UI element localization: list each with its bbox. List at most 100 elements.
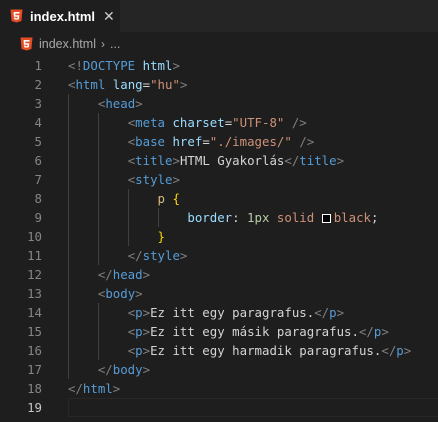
indent-guide xyxy=(68,360,69,379)
code-line[interactable]: 16 <p>Ez itt egy harmadik paragrafus.</p… xyxy=(0,341,438,360)
line-number: 5 xyxy=(34,134,42,149)
code-line[interactable]: 12 </head> xyxy=(0,265,438,284)
token-tag: DOCTYPE xyxy=(82,58,136,73)
line-number: 9 xyxy=(34,210,42,225)
code-line[interactable]: 10 } xyxy=(0,227,438,246)
code-line[interactable]: 13 <body> xyxy=(0,284,438,303)
code-line[interactable]: 19 xyxy=(0,398,438,417)
indent-guide xyxy=(127,227,129,246)
token-br: > xyxy=(142,305,151,320)
code-line[interactable]: 18 </html> xyxy=(0,379,438,398)
code-line[interactable]: 4 <meta charset="UTF-8" /> xyxy=(0,113,438,132)
code-line[interactable]: 9 border: 1px solid black; xyxy=(0,208,438,227)
token-tag: body xyxy=(105,286,136,301)
token-attr: html xyxy=(142,58,173,73)
token-br: </ xyxy=(314,305,330,320)
code-text: <head> xyxy=(42,94,143,113)
indent-guide xyxy=(127,208,129,227)
line-number: 4 xyxy=(34,115,42,130)
indent-guide xyxy=(68,132,69,151)
tab-bar: index.html ✕ xyxy=(0,0,438,32)
token-str: "UTF-8" xyxy=(232,115,285,130)
token-tag: style xyxy=(142,248,180,263)
code-text: <p>Ez itt egy másik paragrafus.</p> xyxy=(42,322,389,341)
code-line[interactable]: 1 <!DOCTYPE html> xyxy=(0,56,438,75)
token-tag: head xyxy=(112,267,143,282)
code-editor[interactable]: 1 <!DOCTYPE html> 2 <html lang="hu"> 3 <head… xyxy=(0,56,438,422)
breadcrumb: index.html › ... xyxy=(0,32,438,56)
token-br: > xyxy=(112,381,121,396)
code-line[interactable]: 6 <title>HTML Gyakorlás</title> xyxy=(0,151,438,170)
line-number: 2 xyxy=(34,77,42,92)
html5-icon xyxy=(20,37,33,51)
html5-icon xyxy=(10,9,23,23)
token-txt: ; xyxy=(371,210,379,225)
tab-index-html[interactable]: index.html ✕ xyxy=(0,0,120,32)
code-line[interactable]: 11 </style> xyxy=(0,246,438,265)
token-br: </ xyxy=(381,343,397,358)
code-line[interactable]: 3 <head> xyxy=(0,94,438,113)
code-text: </html> xyxy=(42,379,120,398)
token-tag: p xyxy=(396,343,404,358)
code-text: <base href="./images/" /> xyxy=(42,132,315,151)
indent-guide xyxy=(68,170,69,189)
token-br: > xyxy=(142,343,151,358)
token-br: /> xyxy=(291,115,307,130)
line-number: 11 xyxy=(27,248,42,263)
code-text: </style> xyxy=(42,246,188,265)
token-tag: p xyxy=(135,324,143,339)
line-number: 1 xyxy=(34,58,42,73)
indent-guide xyxy=(97,132,99,151)
indent-guide xyxy=(68,189,69,208)
indent-guide xyxy=(97,246,99,265)
breadcrumb-file[interactable]: index.html xyxy=(39,37,96,51)
token-tag: p xyxy=(135,343,143,358)
token-tag: body xyxy=(112,362,143,377)
line-number: 8 xyxy=(34,191,42,206)
code-line[interactable]: 7 <style> xyxy=(0,170,438,189)
token-br: > xyxy=(172,58,180,73)
color-swatch[interactable] xyxy=(321,214,331,223)
line-number: 15 xyxy=(27,324,42,339)
token-tag: html xyxy=(75,77,106,92)
indent-guide xyxy=(68,151,69,170)
token-brace: } xyxy=(157,229,165,244)
indent-guide xyxy=(68,94,69,113)
code-text: <meta charset="UTF-8" /> xyxy=(42,113,307,132)
indent-guide xyxy=(97,151,99,170)
code-text: </body> xyxy=(42,360,150,379)
token-sel: p xyxy=(157,191,165,206)
code-line[interactable]: 2 <html lang="hu"> xyxy=(0,75,438,94)
code-text: <!DOCTYPE html> xyxy=(42,56,180,75)
code-line[interactable]: 14 <p>Ez itt egy paragrafus.</p> xyxy=(0,303,438,322)
token-str: solid xyxy=(276,210,315,225)
token-attr: href xyxy=(172,134,203,149)
token-br: > xyxy=(336,305,345,320)
indent-guide xyxy=(157,208,159,227)
code-line[interactable]: 5 <base href="./images/" /> xyxy=(0,132,438,151)
token-tag: head xyxy=(105,96,136,111)
token-br: > xyxy=(142,362,151,377)
line-number: 13 xyxy=(27,286,42,301)
breadcrumb-ellipsis[interactable]: ... xyxy=(110,37,120,51)
token-br: </ xyxy=(127,248,143,263)
line-number: 18 xyxy=(27,381,42,396)
token-br: </ xyxy=(284,153,300,168)
close-icon[interactable]: ✕ xyxy=(103,9,115,23)
token-txt: Ez itt egy paragrafus. xyxy=(150,305,315,320)
line-number: 14 xyxy=(27,305,42,320)
code-line[interactable]: 8 p { xyxy=(0,189,438,208)
token-br: > xyxy=(172,153,180,168)
line-number: 17 xyxy=(27,362,42,377)
code-line[interactable]: 15 <p>Ez itt egy másik paragrafus.</p> xyxy=(0,322,438,341)
line-number: 10 xyxy=(27,229,42,244)
token-str: "./images/" xyxy=(209,134,292,149)
code-line[interactable]: 17 </body> xyxy=(0,360,438,379)
code-text: border: 1px solid black; xyxy=(42,208,378,227)
